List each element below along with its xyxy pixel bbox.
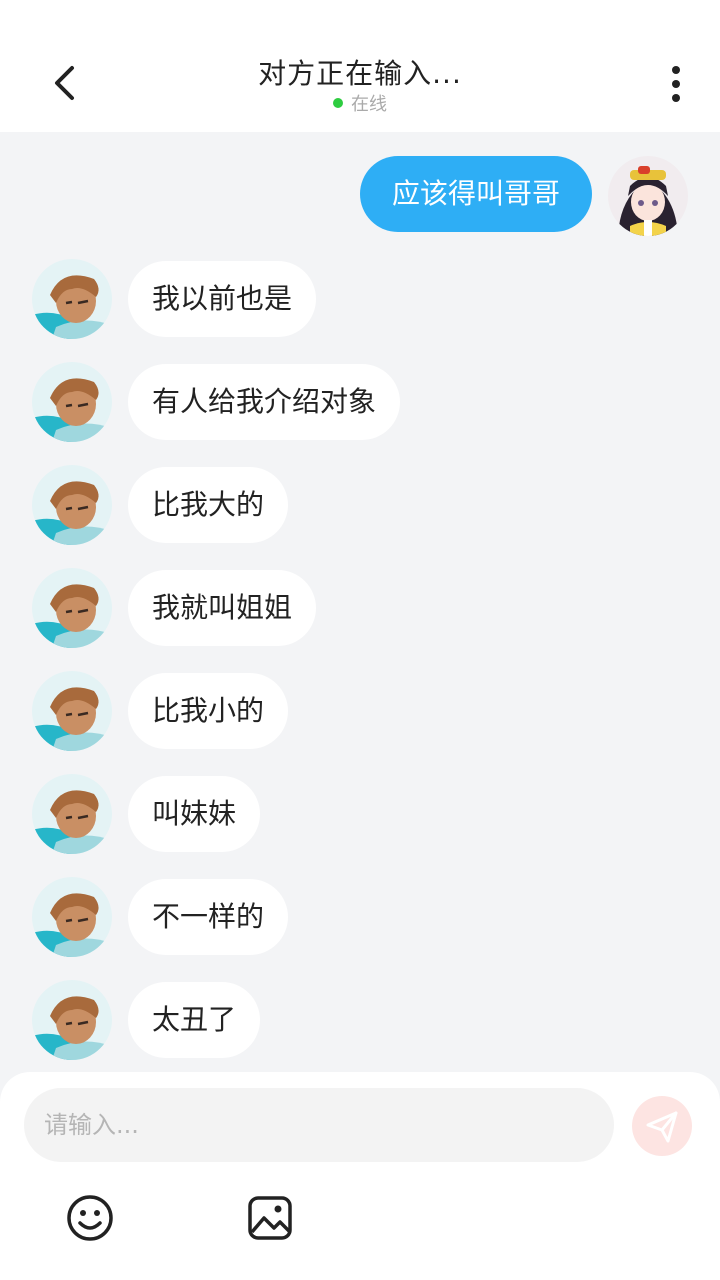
message-outgoing: 应该得叫哥哥 — [0, 156, 720, 236]
chat-title: 对方正在输入... — [258, 57, 462, 90]
my-avatar[interactable] — [608, 156, 688, 236]
message-bubble: 我就叫姐姐 — [128, 570, 317, 646]
smiley-icon — [67, 1195, 113, 1241]
contact-avatar[interactable] — [32, 362, 112, 442]
online-status: 在线 — [0, 90, 720, 116]
send-icon — [646, 1111, 678, 1143]
message-bubble: 应该得叫哥哥 — [359, 156, 592, 232]
message-bubble: 不一样的 — [128, 879, 289, 955]
message-bubble: 叫妹妹 — [128, 776, 261, 852]
contact-avatar[interactable] — [32, 980, 112, 1060]
message-bubble: 太丑了 — [128, 982, 261, 1058]
more-vertical-icon — [672, 66, 680, 102]
message-incoming: 不一样的 — [0, 877, 720, 957]
contact-avatar[interactable] — [32, 774, 112, 854]
message-incoming: 有人给我介绍对象 — [0, 362, 720, 442]
chat-header: 对方正在输入... 在线 — [0, 0, 720, 132]
message-input[interactable] — [24, 1088, 614, 1162]
message-incoming: 我以前也是 — [0, 259, 720, 339]
emoji-button[interactable] — [64, 1192, 116, 1244]
contact-avatar[interactable] — [32, 259, 112, 339]
contact-avatar[interactable] — [32, 465, 112, 545]
message-bubble: 比我大的 — [128, 467, 289, 543]
image-button[interactable] — [244, 1192, 296, 1244]
contact-avatar[interactable] — [32, 568, 112, 648]
message-bubble: 比我小的 — [128, 673, 289, 749]
contact-avatar[interactable] — [32, 671, 112, 751]
message-incoming: 叫妹妹 — [0, 774, 720, 854]
online-status-label: 在线 — [351, 94, 387, 115]
chat-screen: 对方正在输入... 在线 应该得叫哥哥 我以前也是 有人给我介绍对象 比我大的 … — [0, 0, 720, 1280]
message-incoming: 太丑了 — [0, 980, 720, 1060]
message-incoming: 我就叫姐姐 — [0, 568, 720, 648]
message-incoming: 比我小的 — [0, 671, 720, 751]
input-panel — [0, 1072, 720, 1280]
send-button[interactable] — [632, 1096, 692, 1156]
message-bubble: 我以前也是 — [128, 261, 317, 337]
online-dot — [333, 98, 343, 108]
message-bubble: 有人给我介绍对象 — [128, 364, 401, 440]
message-incoming: 比我大的 — [0, 465, 720, 545]
more-options-button[interactable] — [656, 62, 696, 106]
contact-avatar[interactable] — [32, 877, 112, 957]
image-icon — [248, 1196, 292, 1240]
